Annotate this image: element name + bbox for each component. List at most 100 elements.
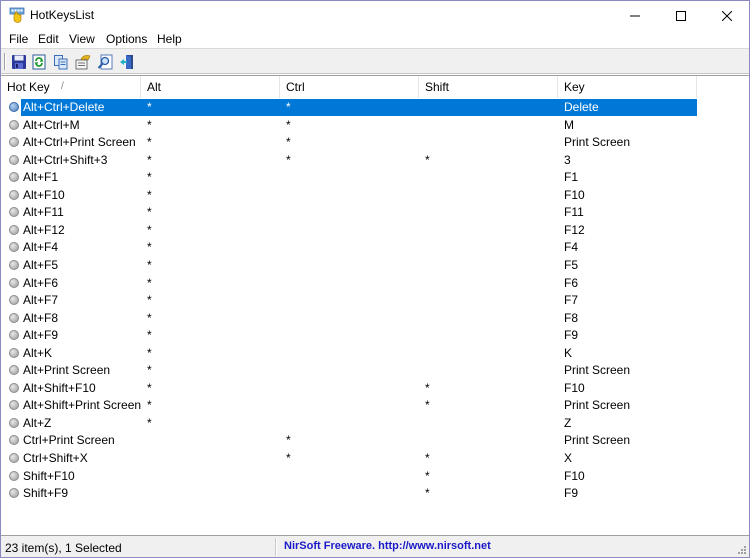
- refresh-icon: [32, 54, 46, 70]
- sort-indicator-icon: /: [61, 81, 64, 92]
- cell-alt: *: [147, 135, 152, 150]
- exit-button[interactable]: [118, 53, 136, 71]
- table-row[interactable]: Alt+F5 * F5: [1, 257, 697, 275]
- find-button[interactable]: [96, 53, 114, 71]
- hotkey-bullet-icon: [9, 400, 19, 411]
- table-row[interactable]: Alt+F10 * F10: [1, 187, 697, 205]
- cell-shift: *: [425, 398, 430, 413]
- hotkey-bullet-icon: [9, 365, 19, 376]
- properties-icon: [75, 55, 91, 70]
- column-header-hot-key[interactable]: Hot Key /: [1, 76, 141, 98]
- table-row[interactable]: Alt+Print Screen * Print Screen: [1, 362, 697, 380]
- refresh-button[interactable]: [30, 53, 48, 71]
- hotkey-bullet-icon: [9, 259, 19, 270]
- hotkey-bullet-icon: [9, 470, 19, 481]
- window-title: HotKeysList: [30, 8, 95, 22]
- hotkey-bullet-icon: [9, 154, 19, 165]
- table-row[interactable]: Alt+Z * Z: [1, 415, 697, 433]
- save-button[interactable]: [10, 53, 28, 71]
- cell-ctrl: *: [286, 451, 291, 465]
- column-header-alt[interactable]: Alt: [141, 76, 280, 98]
- cell-ctrl: *: [286, 117, 291, 132]
- minimize-button[interactable]: [612, 1, 658, 30]
- table-row[interactable]: Alt+F7 * F7: [1, 292, 697, 310]
- close-button[interactable]: [704, 1, 750, 30]
- menu-edit[interactable]: Edit: [38, 32, 59, 46]
- hotkey-bullet-icon: [9, 242, 19, 253]
- table-row[interactable]: Alt+F11 * F11: [1, 204, 697, 222]
- column-header-shift[interactable]: Shift: [419, 76, 558, 98]
- menu-view[interactable]: View: [69, 32, 95, 46]
- maximize-button[interactable]: [658, 1, 704, 30]
- menu-bar: File Edit View Options Help: [1, 30, 749, 48]
- column-label: Hot Key: [7, 80, 50, 94]
- cell-shift: *: [425, 380, 430, 395]
- hotkey-bullet-icon: [9, 207, 19, 218]
- cell-hot-key: Alt+F4: [23, 240, 59, 255]
- table-row[interactable]: Alt+K * K: [1, 345, 697, 363]
- cell-alt: *: [147, 345, 152, 360]
- cell-ctrl: *: [286, 135, 291, 150]
- copy-button[interactable]: [52, 53, 70, 71]
- table-row[interactable]: Alt+F8 * F8: [1, 310, 697, 328]
- cell-hot-key: Alt+Print Screen: [23, 363, 111, 378]
- cell-key: F8: [564, 310, 579, 325]
- hotkey-bullet-icon: [9, 488, 19, 499]
- menu-options[interactable]: Options: [106, 32, 147, 46]
- cell-hot-key: Alt+Ctrl+M: [23, 117, 80, 132]
- cell-key: F9: [564, 328, 579, 343]
- cell-key: M: [564, 117, 574, 132]
- column-header-ctrl[interactable]: Ctrl: [280, 76, 419, 98]
- cell-hot-key: Alt+F1: [23, 170, 59, 185]
- table-row[interactable]: Shift+F9 * F9: [1, 485, 697, 503]
- cell-hot-key: Alt+F5: [23, 257, 59, 272]
- table-row[interactable]: Alt+F12 * F12: [1, 222, 697, 240]
- table-row[interactable]: Alt+Shift+Print Screen * * Print Screen: [1, 397, 697, 415]
- status-item-count: 23 item(s), 1 Selected: [5, 541, 122, 555]
- table-row[interactable]: Alt+F1 * F1: [1, 169, 697, 187]
- cell-hot-key: Alt+Z: [23, 415, 52, 430]
- cell-alt: *: [147, 380, 152, 395]
- table-row[interactable]: Alt+Ctrl+Print Screen * * Print Screen: [1, 134, 697, 152]
- table-row[interactable]: Alt+F6 * F6: [1, 275, 697, 293]
- cell-key: F10: [564, 468, 585, 483]
- cell-key: F6: [564, 275, 579, 290]
- menu-file[interactable]: File: [9, 32, 28, 46]
- table-row[interactable]: Shift+F10 * F10: [1, 468, 697, 486]
- resize-grip-icon[interactable]: [737, 545, 747, 555]
- properties-button[interactable]: [74, 53, 92, 71]
- table-row[interactable]: Alt+F9 * F9: [1, 327, 697, 345]
- cell-hot-key: Alt+Ctrl+Shift+3: [23, 152, 108, 167]
- table-row[interactable]: Alt+F4 * F4: [1, 239, 697, 257]
- cell-alt: *: [147, 100, 152, 114]
- hotkeys-list-view[interactable]: Hot Key / Alt Ctrl Shift Key Alt+Ctrl+De…: [1, 75, 749, 535]
- cell-shift: *: [425, 451, 430, 465]
- cell-shift: *: [425, 152, 430, 167]
- table-row[interactable]: Ctrl+Print Screen * Print Screen: [1, 432, 697, 450]
- title-bar[interactable]: HotKeysList: [1, 1, 749, 30]
- cell-hot-key: Ctrl+Shift+X: [23, 451, 88, 465]
- cell-key: F4: [564, 240, 579, 255]
- cell-hot-key: Alt+F10: [23, 187, 65, 202]
- cell-key: Z: [564, 415, 572, 430]
- nirsoft-link[interactable]: NirSoft Freeware. http://www.nirsoft.net: [284, 540, 491, 552]
- table-row[interactable]: Ctrl+Shift+X * * X: [1, 450, 697, 468]
- cell-hot-key: Alt+F11: [23, 205, 64, 220]
- table-row[interactable]: Alt+Ctrl+Delete * * Delete: [1, 99, 697, 117]
- table-row[interactable]: Alt+Shift+F10 * * F10: [1, 380, 697, 398]
- table-row[interactable]: Alt+Ctrl+M * * M: [1, 117, 697, 135]
- close-icon: [722, 10, 732, 21]
- menu-help[interactable]: Help: [157, 32, 182, 46]
- cell-key: F7: [564, 293, 579, 308]
- hotkey-bullet-icon: [9, 277, 19, 288]
- column-header-key[interactable]: Key: [558, 76, 697, 98]
- hotkey-bullet-icon: [9, 417, 19, 428]
- hotkey-bullet-icon: [9, 102, 19, 112]
- cell-alt: *: [147, 170, 152, 185]
- cell-hot-key: Alt+Shift+F10: [23, 380, 96, 395]
- cell-alt: *: [147, 328, 152, 343]
- hotkeys-app-icon: [9, 7, 25, 23]
- cell-hot-key: Alt+F6: [23, 275, 59, 290]
- hotkey-bullet-icon: [9, 189, 19, 200]
- table-row[interactable]: Alt+Ctrl+Shift+3 * * * 3: [1, 152, 697, 170]
